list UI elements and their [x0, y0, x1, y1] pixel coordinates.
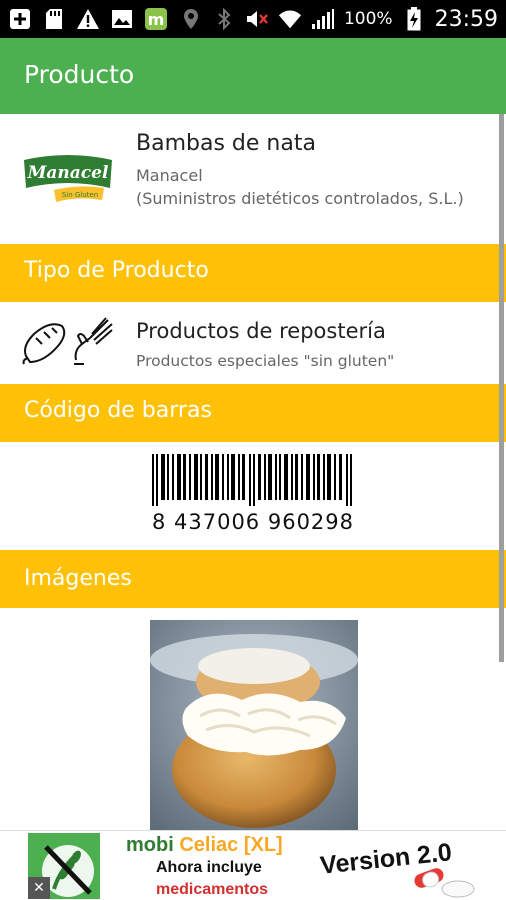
ad-close-button[interactable]: ✕ — [28, 877, 50, 899]
product-detail-content[interactable]: Manacel Sin Gluten Bambas de nata Manace… — [0, 114, 506, 830]
ad-brand: mobi Celiac [XL] — [126, 834, 283, 857]
scrollbar[interactable] — [499, 114, 504, 662]
product-type-title: Productos de repostería — [136, 319, 386, 343]
product-brand: Manacel — [136, 166, 203, 185]
sd-card-icon — [42, 7, 66, 31]
svg-text:m: m — [148, 10, 165, 29]
barcode-number: 8 437006 960298 — [151, 510, 355, 534]
section-title: Tipo de Producto — [24, 258, 209, 283]
notification-icons: m — [8, 5, 168, 33]
section-header-barcode: Código de barras — [0, 384, 506, 442]
product-name: Bambas de nata — [136, 131, 316, 156]
ad-text-line1: Ahora incluye — [156, 859, 262, 876]
bread-icon — [22, 323, 66, 365]
section-header-type: Tipo de Producto — [0, 244, 506, 302]
location-icon — [179, 7, 203, 31]
product-photo[interactable] — [150, 620, 358, 830]
mute-icon — [245, 7, 269, 31]
product-type-row: Productos de repostería Productos especi… — [0, 302, 506, 384]
section-header-images: Imágenes — [0, 550, 506, 608]
barcode-image — [152, 454, 352, 506]
product-type-icons — [20, 316, 116, 368]
battery-charging-icon — [402, 7, 426, 31]
svg-text:Sin Gluten: Sin Gluten — [62, 191, 98, 199]
ad-brand-mobi: mobi — [126, 834, 174, 856]
status-bar: m 100% 23:59 — [0, 0, 506, 38]
product-company: (Suministros dietéticos controlados, S.L… — [136, 189, 464, 208]
brand-logo: Manacel Sin Gluten — [20, 148, 116, 204]
image-icon — [110, 7, 134, 31]
battery-percent: 100% — [343, 9, 393, 29]
images-area — [0, 608, 506, 830]
section-title: Imágenes — [24, 566, 132, 591]
pills-icon — [412, 867, 478, 899]
bluetooth-icon — [212, 7, 236, 31]
clock: 23:59 — [434, 6, 498, 32]
system-icons: 100% 23:59 — [179, 5, 498, 33]
ad-text-line2: medicamentos — [156, 881, 269, 898]
signal-icon — [311, 7, 335, 31]
m-app-icon: m — [144, 7, 168, 31]
ad-banner[interactable]: ✕ mobi Celiac [XL] Ahora incluye medicam… — [0, 830, 506, 900]
barcode-area: 8 437006 960298 — [0, 442, 506, 550]
whisk-hand-icon — [74, 317, 113, 365]
svg-text:Manacel: Manacel — [27, 163, 109, 183]
app-bar: Producto — [0, 38, 506, 114]
wifi-icon — [278, 7, 302, 31]
ad-brand-celiac: Celiac [XL] — [179, 834, 283, 856]
product-summary: Manacel Sin Gluten Bambas de nata Manace… — [0, 114, 506, 244]
add-box-icon — [8, 7, 32, 31]
section-title: Código de barras — [24, 398, 212, 423]
warning-icon — [76, 7, 100, 31]
product-type-subtitle: Productos especiales "sin gluten" — [136, 352, 395, 370]
page-title: Producto — [24, 60, 135, 89]
